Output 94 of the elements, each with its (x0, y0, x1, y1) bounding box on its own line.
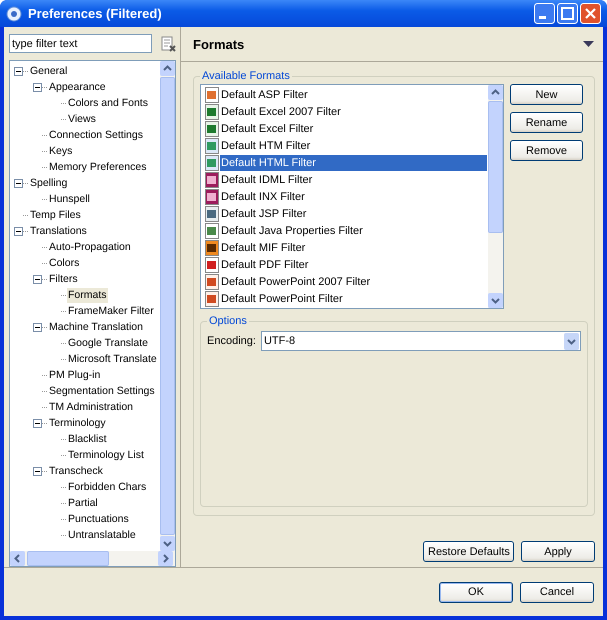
file-type-icon (204, 222, 220, 238)
scroll-right-button[interactable] (158, 551, 173, 566)
group-title: Options (208, 315, 248, 327)
group-title: Available Formats (201, 70, 291, 82)
scrollbar-thumb[interactable] (488, 101, 503, 233)
file-type-icon (204, 290, 220, 306)
collapse-icon[interactable] (33, 322, 42, 332)
format-item[interactable]: Default PowerPoint Filter (220, 290, 487, 306)
file-type-icon (204, 274, 220, 290)
clear-filter-icon[interactable] (160, 36, 176, 52)
dialog-button[interactable]: OK (439, 582, 513, 602)
tree-item[interactable]: Temp Files (29, 208, 82, 222)
encoding-label: Encoding: (207, 335, 256, 347)
horizontal-scrollbar[interactable] (10, 551, 175, 566)
collapse-icon[interactable] (33, 418, 42, 428)
format-item[interactable]: Default HTML Filter (220, 154, 487, 170)
tree-item[interactable]: Formats (67, 288, 108, 302)
tree-item[interactable]: Partial (67, 496, 99, 510)
tree-item[interactable]: General (29, 64, 68, 78)
tree-item[interactable]: Filters (48, 272, 79, 286)
window-title: Preferences (Filtered) (28, 6, 163, 21)
list-action-button[interactable]: New (510, 84, 583, 105)
scroll-left-button[interactable] (10, 551, 25, 566)
tree-item[interactable]: Blacklist (67, 432, 108, 446)
list-action-button[interactable]: Remove (510, 140, 583, 161)
file-type-icon (204, 104, 220, 120)
file-type-icon (204, 120, 220, 136)
tree-item[interactable]: Forbidden Chars (67, 480, 148, 494)
page-title: Formats (193, 36, 244, 52)
filter-field[interactable]: type filter text (9, 34, 152, 53)
page-button[interactable]: Apply (521, 541, 595, 562)
tree-item[interactable]: Terminology (48, 416, 107, 430)
file-type-icon (204, 138, 220, 154)
format-item[interactable]: Default INX Filter (220, 188, 487, 204)
format-item[interactable]: Default Excel 2007 Filter (220, 104, 487, 120)
page-button[interactable]: Restore Defaults (423, 541, 514, 562)
tree-item[interactable]: Machine Translation (48, 320, 144, 334)
tree-item[interactable]: Transcheck (48, 464, 104, 478)
tree-item[interactable]: FrameMaker Filter (67, 304, 155, 318)
file-type-icon (204, 172, 220, 188)
tree-item[interactable]: Google Translate (67, 336, 149, 350)
format-item[interactable]: Default MIF Filter (220, 240, 487, 256)
tree-item[interactable]: Auto-Propagation (48, 240, 132, 254)
app-icon (6, 6, 22, 22)
close-button[interactable] (580, 3, 601, 24)
collapse-icon[interactable] (33, 466, 42, 476)
format-item[interactable]: Default Excel Filter (220, 120, 487, 136)
file-type-icon (204, 154, 220, 170)
tree-item[interactable]: Keys (48, 144, 74, 158)
tree-item[interactable]: Connection Settings (48, 128, 144, 142)
collapse-icon[interactable] (33, 82, 42, 92)
menu-icon[interactable] (583, 40, 594, 48)
collapse-icon[interactable] (33, 274, 42, 284)
scrollbar-thumb[interactable] (27, 551, 109, 566)
scroll-up-button[interactable] (488, 85, 503, 100)
collapse-icon[interactable] (14, 226, 23, 236)
file-type-icon (204, 256, 220, 272)
collapse-icon[interactable] (14, 66, 23, 76)
scroll-down-button[interactable] (488, 293, 503, 308)
dialog-button[interactable]: Cancel (520, 582, 594, 602)
tree-item[interactable]: Microsoft Translate (67, 352, 158, 366)
tree-item[interactable]: Terminology List (67, 448, 145, 462)
format-item[interactable]: Default PDF Filter (220, 256, 487, 272)
file-type-icon (204, 206, 220, 222)
tree-item[interactable]: Colors (48, 256, 80, 270)
format-item[interactable]: Default ASP Filter (220, 86, 487, 102)
list-scrollbar[interactable] (488, 85, 503, 308)
minimize-button[interactable] (534, 3, 555, 24)
file-type-icon (204, 240, 220, 256)
format-item[interactable]: Default Java Properties Filter (220, 222, 487, 238)
maximize-button[interactable] (557, 3, 578, 24)
tree-item[interactable]: Untranslatable (67, 528, 137, 542)
tree-item[interactable]: Hunspell (48, 192, 91, 206)
format-item[interactable]: Default IDML Filter (220, 172, 487, 188)
format-item[interactable]: Default PowerPoint 2007 Filter (220, 274, 487, 290)
tree-item[interactable]: Translations (29, 224, 88, 238)
tree-item[interactable]: Memory Preferences (48, 160, 148, 174)
tree-item[interactable]: Punctuations (67, 512, 130, 526)
tree-item[interactable]: TM Administration (48, 400, 134, 414)
scroll-up-button[interactable] (160, 61, 175, 76)
tree-item[interactable]: Appearance (48, 80, 107, 94)
tree-item[interactable]: PM Plug-in (48, 368, 102, 382)
file-type-icon (204, 188, 220, 204)
file-type-icon (204, 86, 220, 102)
format-item[interactable]: Default JSP Filter (220, 206, 487, 222)
tree-item[interactable]: Colors and Fonts (67, 96, 149, 110)
tree-item[interactable]: Segmentation Settings (48, 384, 156, 398)
encoding-dropdown[interactable]: UTF-8 (260, 331, 581, 351)
collapse-icon[interactable] (14, 178, 23, 188)
format-item[interactable]: Default HTM Filter (220, 138, 487, 154)
list-action-button[interactable]: Rename (510, 112, 583, 133)
scroll-down-button[interactable] (160, 536, 175, 551)
tree-item[interactable]: Views (67, 112, 97, 126)
tree-item[interactable]: Spelling (29, 176, 68, 190)
